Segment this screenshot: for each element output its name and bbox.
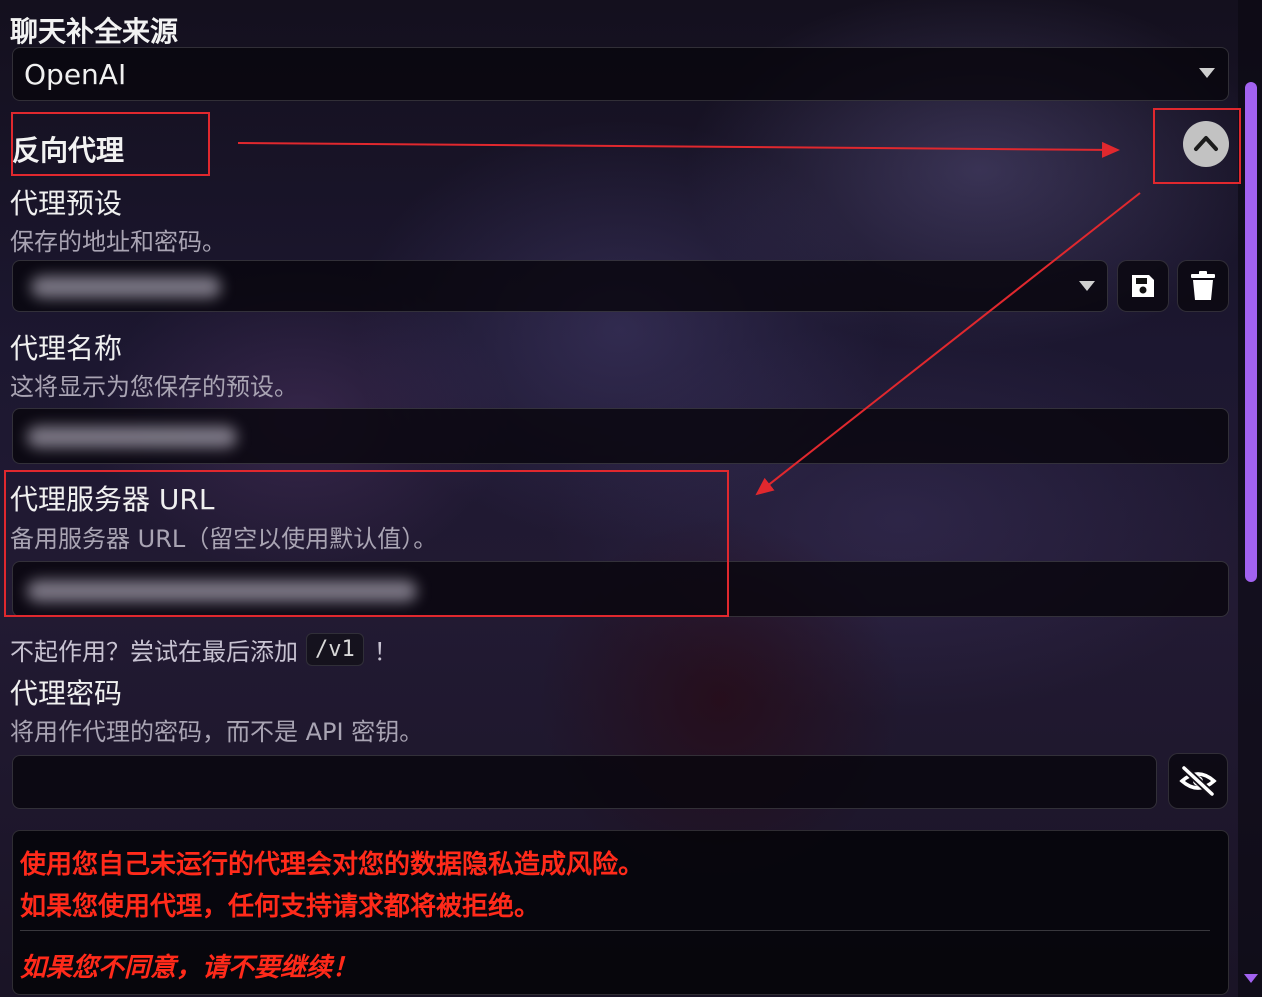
annotation-arrows (237, 141, 1141, 496)
